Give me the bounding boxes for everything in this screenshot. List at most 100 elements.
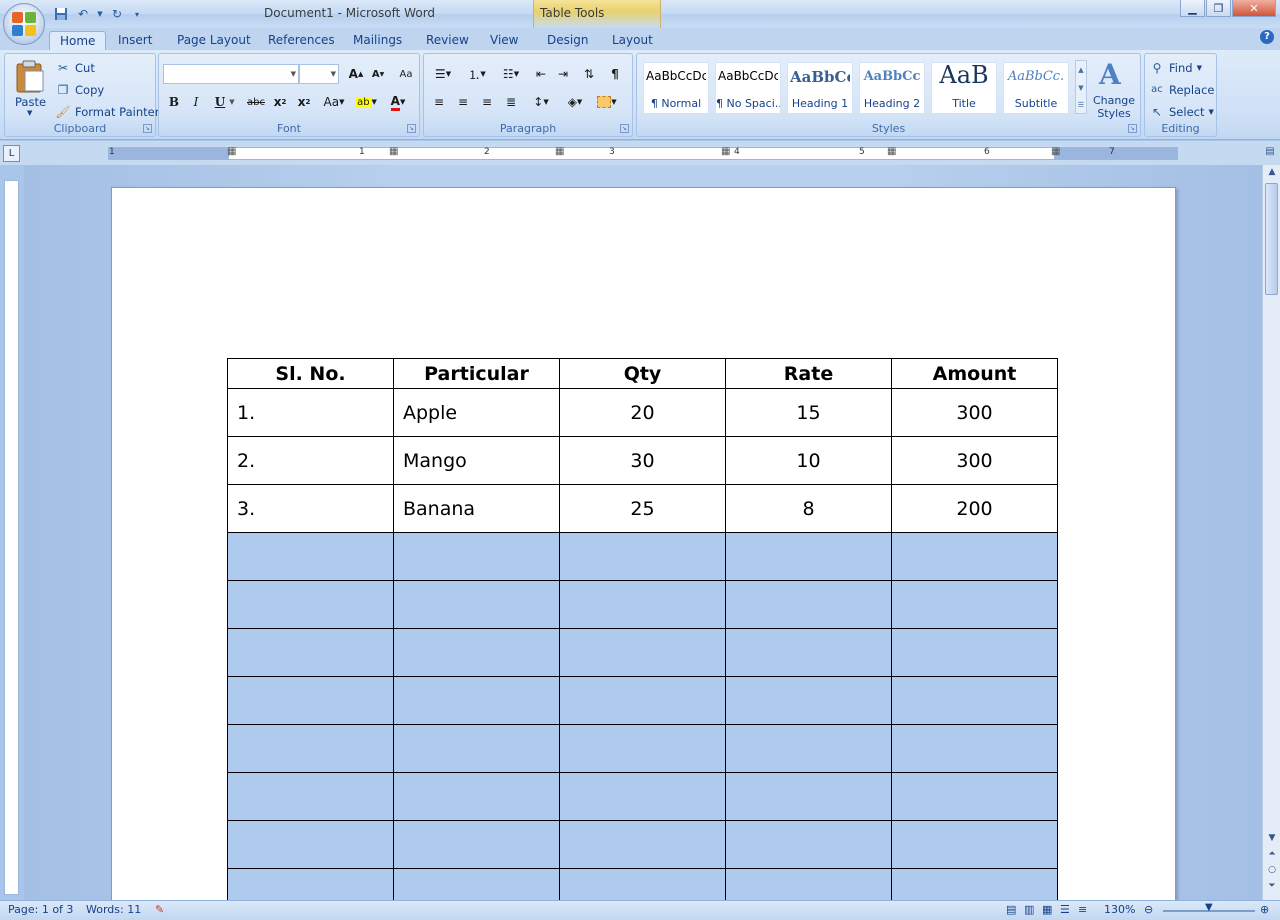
outline-view-icon[interactable]: ☰ — [1060, 903, 1070, 916]
redo-icon[interactable]: ↻ — [108, 6, 126, 22]
selected-cell[interactable] — [227, 580, 394, 629]
undo-icon[interactable]: ↶ — [74, 6, 92, 22]
horizontal-ruler[interactable]: 1 1 2 3 4 5 6 7 ▦ ▦ ▦ ▦ ▦ ▦ — [108, 146, 1178, 160]
selected-cell[interactable] — [891, 820, 1058, 869]
document-table[interactable]: Sl. No. Particular Qty Rate Amount 1. Ap… — [227, 358, 1058, 900]
customize-qat-icon[interactable]: ▾ — [130, 6, 144, 22]
selected-cell[interactable] — [725, 532, 892, 581]
selected-cell[interactable] — [559, 628, 726, 677]
tab-layout[interactable]: Layout — [602, 31, 663, 50]
multilevel-list-icon[interactable]: ☷ ▼ — [496, 64, 526, 84]
replace-button[interactable]: ac Replace — [1149, 80, 1214, 100]
selected-cell[interactable] — [227, 724, 394, 773]
table-cell[interactable]: 1. — [227, 388, 394, 437]
tab-home[interactable]: Home — [49, 31, 107, 50]
selected-cell[interactable] — [891, 676, 1058, 725]
full-screen-reading-icon[interactable]: ▥ — [1024, 903, 1034, 916]
selected-cell[interactable] — [393, 772, 560, 821]
bold-icon[interactable]: B — [163, 92, 185, 112]
table-cell[interactable]: Mango — [393, 436, 560, 485]
save-icon[interactable] — [52, 6, 70, 22]
tab-page-layout[interactable]: Page Layout — [167, 31, 261, 50]
column-marker-icon[interactable]: ▦ — [721, 146, 730, 157]
style-heading-1[interactable]: AaBbCc Heading 1 — [787, 62, 853, 114]
column-marker-icon[interactable]: ▦ — [227, 146, 236, 157]
align-right-icon[interactable]: ≡ — [476, 92, 498, 112]
select-button[interactable]: ↖ Select ▼ — [1149, 102, 1214, 122]
tab-view[interactable]: View — [480, 31, 528, 50]
selected-cell[interactable] — [227, 628, 394, 677]
tab-references[interactable]: References — [258, 31, 345, 50]
cut-button[interactable]: ✂ Cut — [55, 58, 95, 78]
previous-page-icon[interactable]: ⏶ — [1263, 849, 1280, 863]
selected-cell[interactable] — [725, 628, 892, 677]
align-left-icon[interactable]: ≡ — [428, 92, 450, 112]
shading-icon[interactable]: ◈ ▼ — [560, 92, 590, 112]
styles-scroll-up-icon[interactable]: ▲ — [1076, 61, 1086, 79]
style-no-spacing[interactable]: AaBbCcDc ¶ No Spaci... — [715, 62, 781, 114]
selected-cell[interactable] — [559, 580, 726, 629]
underline-dropdown-icon[interactable]: ▼ — [227, 92, 237, 112]
table-cell[interactable]: 15 — [725, 388, 892, 437]
tab-design[interactable]: Design — [537, 31, 598, 50]
table-cell[interactable]: 300 — [891, 436, 1058, 485]
selected-cell[interactable] — [227, 868, 394, 900]
tab-review[interactable]: Review — [416, 31, 479, 50]
find-button[interactable]: ⚲ Find ▼ — [1149, 58, 1202, 78]
table-cell[interactable]: 200 — [891, 484, 1058, 533]
tab-selector[interactable]: L — [3, 145, 20, 162]
table-cell[interactable]: 30 — [559, 436, 726, 485]
selected-cell[interactable] — [725, 676, 892, 725]
style-subtitle[interactable]: AaBbCc. Subtitle — [1003, 62, 1069, 114]
scroll-up-icon[interactable]: ▲ — [1263, 167, 1280, 181]
sort-icon[interactable]: ⇅ — [578, 64, 600, 84]
table-cell[interactable]: 20 — [559, 388, 726, 437]
selected-cell[interactable] — [393, 868, 560, 900]
vertical-scrollbar[interactable]: ▲ ▼ ⏶ ○ ⏷ — [1262, 165, 1280, 900]
selected-cell[interactable] — [393, 676, 560, 725]
decrease-indent-icon[interactable]: ⇤ — [530, 64, 552, 84]
selected-cell[interactable] — [393, 532, 560, 581]
selected-cell[interactable] — [559, 676, 726, 725]
style-heading-2[interactable]: AaBbCc Heading 2 — [859, 62, 925, 114]
selected-cell[interactable] — [891, 868, 1058, 900]
selected-cell[interactable] — [559, 772, 726, 821]
zoom-out-icon[interactable]: ⊖ — [1144, 903, 1153, 916]
tab-mailings[interactable]: Mailings — [343, 31, 412, 50]
font-color-icon[interactable]: A ▼ — [383, 92, 413, 112]
selected-cell[interactable] — [227, 772, 394, 821]
font-size-combo[interactable]: ▼ — [299, 64, 339, 84]
scroll-down-icon[interactable]: ▼ — [1263, 833, 1280, 847]
bullets-icon[interactable]: ☰ ▼ — [428, 64, 458, 84]
justify-icon[interactable]: ≣ — [500, 92, 522, 112]
change-case-icon[interactable]: Aa ▼ — [319, 92, 349, 112]
column-marker-icon[interactable]: ▦ — [555, 146, 564, 157]
font-name-combo[interactable]: ▼ — [163, 64, 299, 84]
show-hide-icon[interactable]: ¶ — [604, 64, 626, 84]
table-cell[interactable]: 300 — [891, 388, 1058, 437]
table-cell[interactable]: Apple — [393, 388, 560, 437]
page-count[interactable]: Page: 1 of 3 — [8, 903, 73, 916]
web-layout-icon[interactable]: ▦ — [1042, 903, 1052, 916]
undo-dropdown-icon[interactable]: ▼ — [96, 6, 104, 22]
zoom-slider-thumb[interactable]: ▼ — [1205, 902, 1213, 913]
selected-cell[interactable] — [227, 532, 394, 581]
font-dialog-launcher-icon[interactable]: ↘ — [407, 124, 416, 133]
shrink-font-icon[interactable]: A ▼ — [367, 64, 389, 84]
style-title[interactable]: AaB Title — [931, 61, 997, 114]
grow-font-icon[interactable]: A ▲ — [345, 64, 367, 84]
header-amount[interactable]: Amount — [891, 358, 1058, 389]
table-cell[interactable]: 25 — [559, 484, 726, 533]
copy-button[interactable]: ❐ Copy — [55, 80, 105, 100]
draft-view-icon[interactable]: ≡ — [1078, 903, 1087, 916]
minimize-button[interactable]: ▁ — [1180, 0, 1205, 17]
selected-cell[interactable] — [393, 820, 560, 869]
style-normal[interactable]: AaBbCcDc ¶ Normal — [643, 62, 709, 114]
selected-cell[interactable] — [725, 772, 892, 821]
close-button[interactable]: ✕ — [1232, 0, 1276, 17]
subscript-icon[interactable]: x2 — [269, 92, 291, 112]
word-count[interactable]: Words: 11 — [86, 903, 141, 916]
selected-cell[interactable] — [559, 868, 726, 900]
tab-insert[interactable]: Insert — [108, 31, 162, 50]
vertical-ruler[interactable] — [4, 180, 19, 895]
